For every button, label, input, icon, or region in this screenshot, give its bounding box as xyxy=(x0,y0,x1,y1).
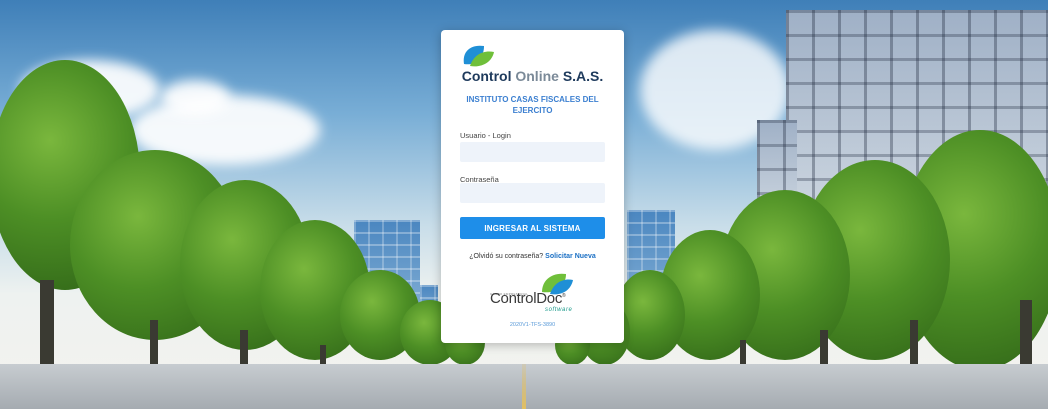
brand-name-part3: S.A.S. xyxy=(562,68,604,84)
version-text: 2020V1-TFS-3890 xyxy=(509,322,556,328)
brand-name: Control Online S.A.S. xyxy=(441,68,624,84)
username-label: Usuario - Login xyxy=(460,131,511,140)
leaf-logo-icon xyxy=(463,45,494,67)
username-input[interactable] xyxy=(460,142,605,162)
controldoc-name: ControlDoc® xyxy=(490,290,566,307)
registered-mark: ® xyxy=(562,293,566,299)
brand-name-part2: Online xyxy=(515,68,559,84)
road-line xyxy=(522,364,526,409)
login-button[interactable]: INGRESAR AL SISTEMA xyxy=(460,217,605,239)
forgot-password-question: ¿Olvidó su contraseña? xyxy=(469,253,544,260)
brand-name-part1: Control xyxy=(461,68,512,84)
controldoc-subtitle: software xyxy=(545,307,573,313)
forgot-password: ¿Olvidó su contraseña? Solicitar Nueva xyxy=(441,253,624,260)
password-input[interactable] xyxy=(460,183,605,203)
controldoc-name-text: ControlDoc xyxy=(490,290,563,307)
request-new-password-link[interactable]: Solicitar Nueva xyxy=(545,253,596,260)
cloud xyxy=(160,80,230,115)
institution-name: INSTITUTO CASAS FISCALES DEL EJERCITO xyxy=(466,95,599,115)
login-card: Control Online S.A.S. INSTITUTO CASAS FI… xyxy=(441,30,624,343)
